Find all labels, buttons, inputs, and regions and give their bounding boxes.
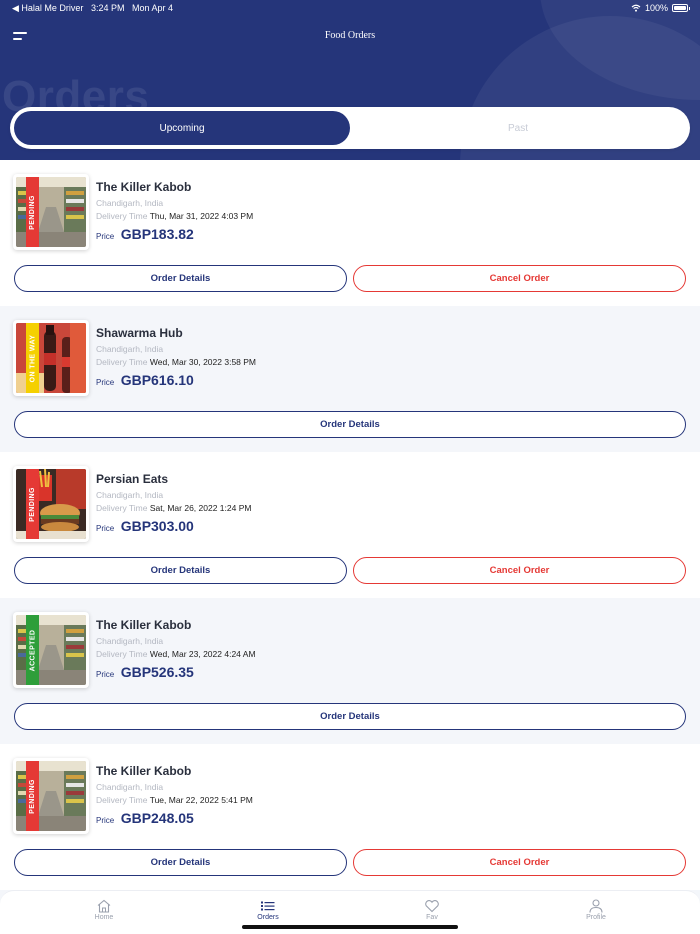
status-badge: ON THE WAY	[29, 334, 37, 382]
order-price: Price GBP616.10	[96, 372, 194, 390]
delivery-time-value: Thu, Mar 31, 2022 4:03 PM	[149, 211, 254, 221]
delivery-time-value: Wed, Mar 30, 2022 3:58 PM	[149, 357, 257, 367]
status-badge: PENDING	[29, 194, 37, 230]
price-value: GBP183.82	[120, 226, 194, 242]
cancel-order-button[interactable]: Cancel Order	[353, 557, 686, 584]
order-details-button[interactable]: Order Details	[14, 411, 686, 438]
tab-past[interactable]: Past	[350, 111, 686, 145]
price-value: GBP526.35	[120, 664, 194, 680]
heart-icon	[425, 900, 439, 913]
status-time: 3:24 PM	[90, 3, 125, 13]
status-date: Mon Apr 4	[132, 3, 174, 13]
restaurant-location: Chandigarh, India	[96, 344, 164, 354]
price-value: GBP248.05	[120, 810, 194, 826]
restaurant-name: The Killer Kabob	[96, 180, 192, 194]
order-details-button[interactable]: Order Details	[14, 703, 686, 730]
order-card: ON THE WAY Shawarma Hub Chandigarh, Indi…	[0, 306, 700, 452]
cancel-order-button[interactable]: Cancel Order	[353, 265, 686, 292]
delivery-time: Delivery Time Thu, Mar 31, 2022 4:03 PM	[96, 211, 253, 221]
order-price: Price GBP248.05	[96, 810, 194, 828]
delivery-time-label: Delivery Time	[96, 649, 148, 659]
status-badge: ACCEPTED	[29, 629, 36, 671]
order-card: ACCEPTED The Killer Kabob Chandigarh, In…	[0, 598, 700, 744]
nav-label-home: Home	[94, 914, 114, 921]
status-ribbon: PENDING	[26, 761, 39, 831]
order-thumbnail: ON THE WAY	[13, 320, 89, 396]
nav-item-home[interactable]: Home	[74, 899, 134, 921]
order-card: PENDING The Killer Kabob Chandigarh, Ind…	[0, 160, 700, 306]
order-price: Price GBP303.00	[96, 518, 194, 536]
status-ribbon: PENDING	[26, 177, 39, 247]
status-ribbon: ON THE WAY	[26, 323, 39, 393]
price-label: Price	[96, 670, 115, 679]
person-icon	[589, 899, 603, 913]
nav-label-profile: Profile	[586, 914, 606, 921]
delivery-time-label: Delivery Time	[96, 503, 148, 513]
restaurant-name: Persian Eats	[96, 472, 169, 486]
status-ribbon: PENDING	[26, 469, 39, 539]
nav-item-orders[interactable]: Orders	[238, 899, 298, 921]
nav-label-orders: Orders	[257, 914, 279, 921]
restaurant-location: Chandigarh, India	[96, 636, 164, 646]
nav-label-fav: Fav	[426, 914, 438, 921]
order-thumbnail: PENDING	[13, 758, 89, 834]
status-badge: PENDING	[29, 778, 37, 814]
order-thumbnail: ACCEPTED	[13, 612, 89, 688]
delivery-time-value: Tue, Mar 22, 2022 5:41 PM	[149, 795, 253, 805]
price-label: Price	[96, 232, 115, 241]
restaurant-name: The Killer Kabob	[96, 764, 192, 778]
order-thumbnail: PENDING	[13, 466, 89, 542]
wifi-icon	[631, 4, 641, 12]
restaurant-location: Chandigarh, India	[96, 198, 164, 208]
price-label: Price	[96, 816, 115, 825]
restaurant-name: The Killer Kabob	[96, 618, 192, 632]
delivery-time-label: Delivery Time	[96, 211, 148, 221]
battery-percent: 100%	[644, 3, 668, 13]
status-right: 100%	[631, 3, 690, 13]
delivery-time: Delivery Time Tue, Mar 22, 2022 5:41 PM	[96, 795, 253, 805]
price-value: GBP303.00	[120, 518, 194, 534]
battery-icon	[672, 4, 690, 12]
order-card: PENDING The Killer Kabob Chandigarh, Ind…	[0, 744, 700, 890]
order-tabs: Upcoming Past	[10, 107, 690, 149]
order-thumbnail: PENDING	[13, 174, 89, 250]
list-icon	[261, 901, 275, 911]
delivery-time-label: Delivery Time	[96, 795, 148, 805]
price-label: Price	[96, 378, 115, 387]
restaurant-name: Shawarma Hub	[96, 326, 183, 340]
page-title: Food Orders	[324, 30, 376, 41]
order-details-button[interactable]: Order Details	[14, 557, 347, 584]
order-price: Price GBP526.35	[96, 664, 194, 682]
delivery-time-value: Sat, Mar 26, 2022 1:24 PM	[149, 503, 252, 513]
restaurant-location: Chandigarh, India	[96, 490, 164, 500]
cancel-order-button[interactable]: Cancel Order	[353, 849, 686, 876]
tab-upcoming[interactable]: Upcoming	[14, 111, 350, 145]
home-icon	[97, 899, 111, 913]
order-details-button[interactable]: Order Details	[14, 265, 347, 292]
nav-item-profile[interactable]: Profile	[566, 899, 626, 921]
back-to-app-link[interactable]: ◀ Halal Me Driver	[12, 3, 83, 13]
status-left: ◀ Halal Me Driver 3:24 PM Mon Apr 4	[12, 3, 173, 14]
price-value: GBP616.10	[120, 372, 194, 388]
delivery-time: Delivery Time Wed, Mar 23, 2022 4:24 AM	[96, 649, 256, 659]
home-indicator	[242, 925, 458, 929]
status-ribbon: ACCEPTED	[26, 615, 39, 685]
order-price: Price GBP183.82	[96, 226, 194, 244]
order-card: PENDING Persian Eats Chandigarh, India D…	[0, 452, 700, 598]
delivery-time: Delivery Time Sat, Mar 26, 2022 1:24 PM	[96, 503, 251, 513]
status-badge: PENDING	[29, 486, 37, 522]
price-label: Price	[96, 524, 115, 533]
status-bar: ◀ Halal Me Driver 3:24 PM Mon Apr 4 100%	[0, 0, 700, 16]
restaurant-location: Chandigarh, India	[96, 782, 164, 792]
nav-item-fav[interactable]: Fav	[402, 899, 462, 921]
delivery-time-label: Delivery Time	[96, 357, 148, 367]
delivery-time: Delivery Time Wed, Mar 30, 2022 3:58 PM	[96, 357, 256, 367]
order-details-button[interactable]: Order Details	[14, 849, 347, 876]
delivery-time-value: Wed, Mar 23, 2022 4:24 AM	[149, 649, 256, 659]
